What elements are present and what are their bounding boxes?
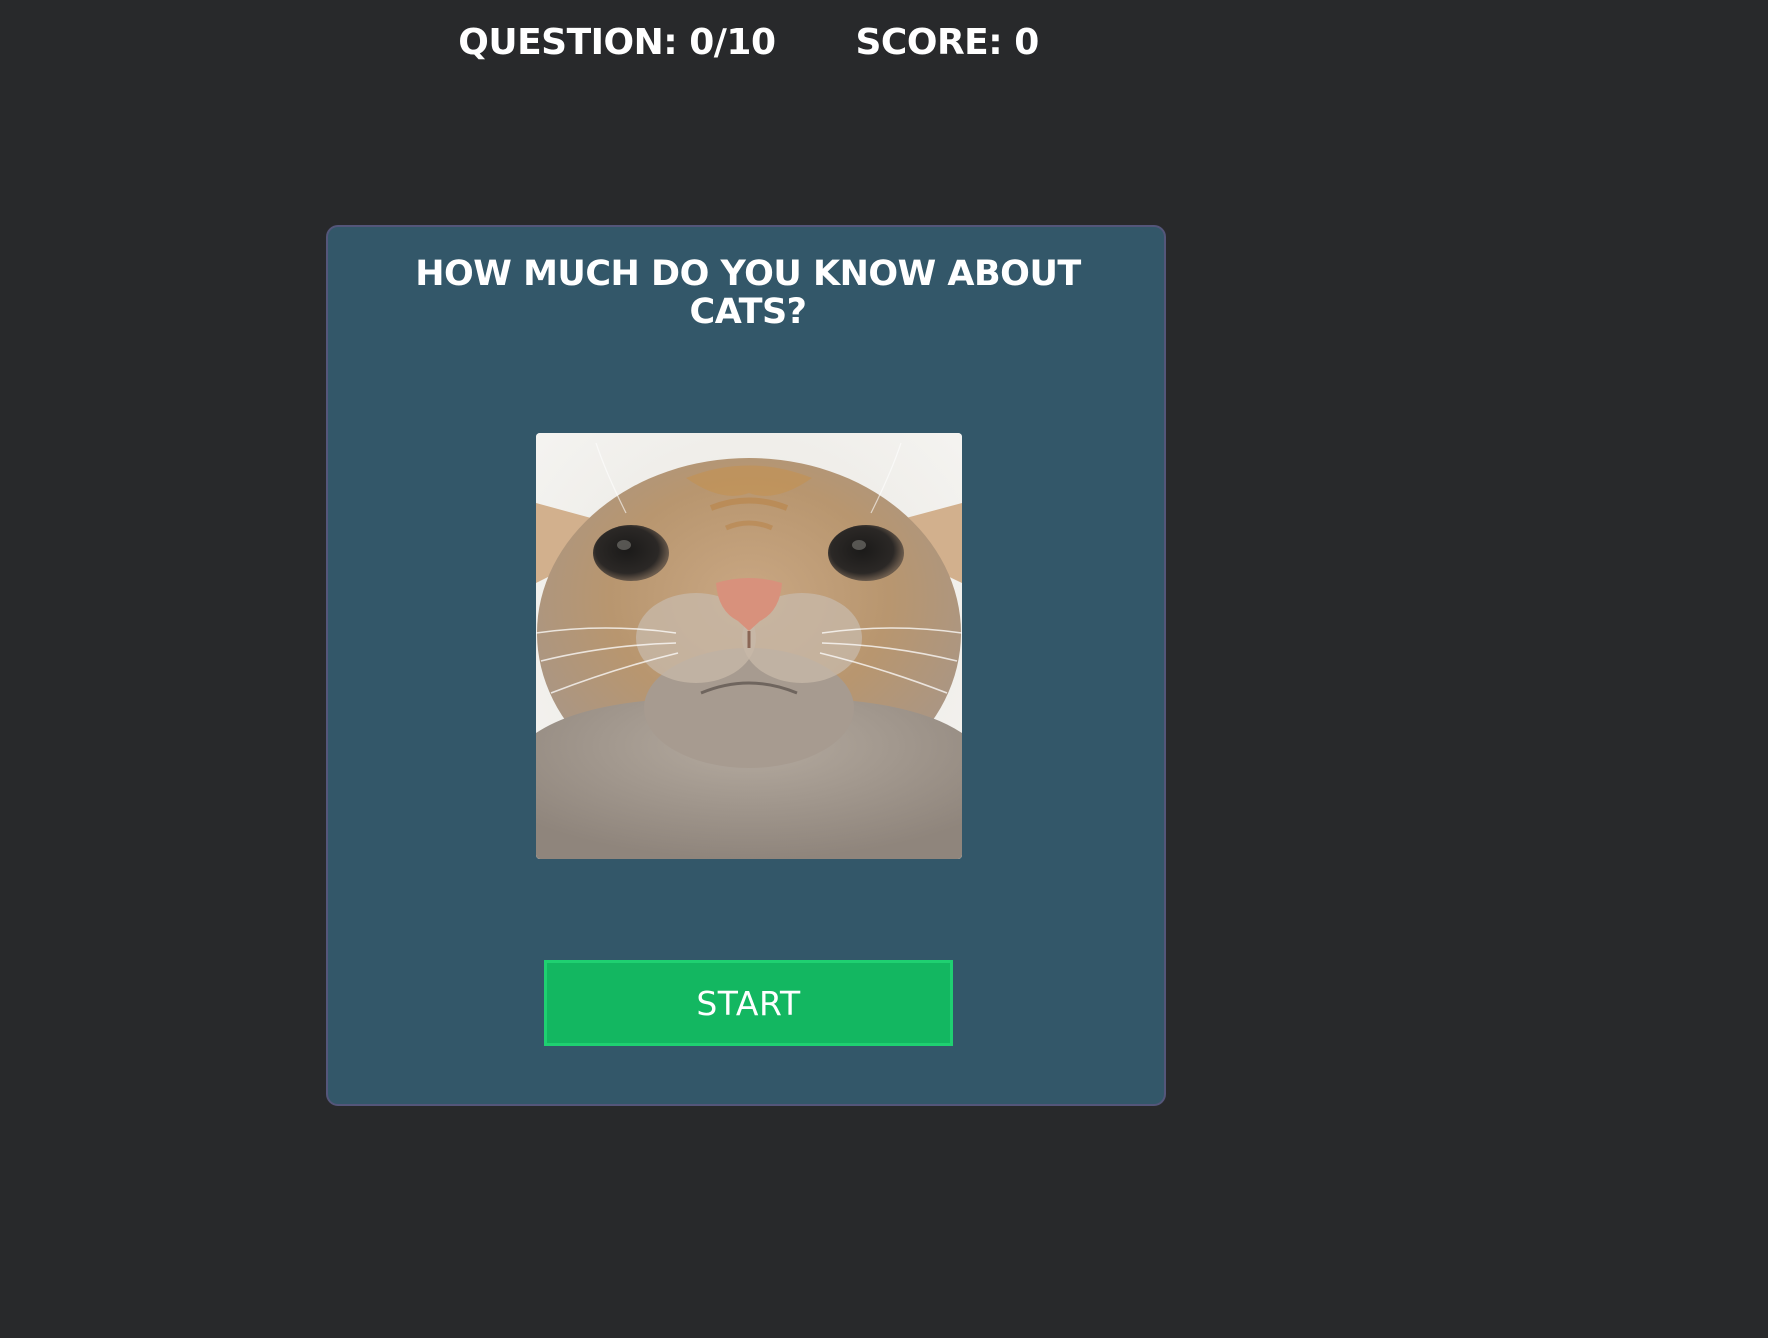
start-button[interactable]: START [544, 960, 953, 1046]
cat-photo [536, 433, 962, 859]
question-counter: QUESTION: 0/10 [458, 22, 776, 63]
quiz-status-bar: QUESTION: 0/10 SCORE: 0 [0, 22, 1497, 63]
score-counter: SCORE: 0 [855, 22, 1040, 63]
quiz-title: HOW MUCH DO YOU KNOW ABOUT CATS? [415, 254, 1081, 332]
quiz-card: HOW MUCH DO YOU KNOW ABOUT CATS? START [326, 225, 1166, 1106]
